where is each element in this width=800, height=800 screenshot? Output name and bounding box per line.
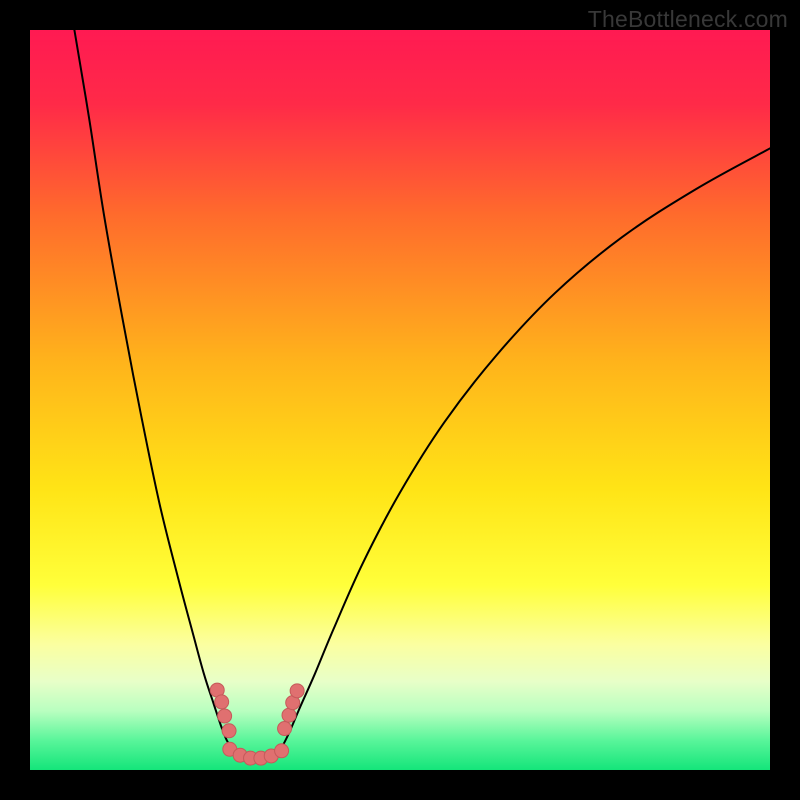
curve-curve-left: [74, 30, 232, 748]
chart-frame: [30, 30, 770, 770]
marker-point: [218, 709, 232, 723]
markers-group: [210, 683, 304, 765]
marker-point: [222, 724, 236, 738]
marker-point: [282, 708, 296, 722]
marker-point: [275, 744, 289, 758]
curve-curve-right: [282, 148, 770, 747]
marker-point: [215, 695, 229, 709]
marker-point: [278, 722, 292, 736]
marker-point: [290, 684, 304, 698]
chart-overlay: [30, 30, 770, 770]
curves-group: [74, 30, 770, 757]
watermark-text: TheBottleneck.com: [588, 6, 788, 33]
